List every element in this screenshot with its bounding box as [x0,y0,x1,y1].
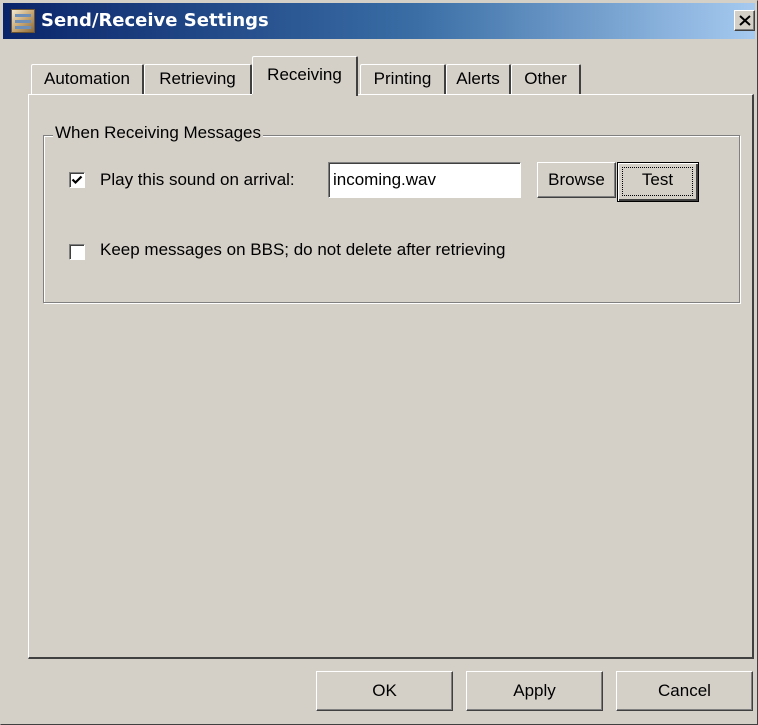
play-sound-checkbox[interactable] [69,172,85,188]
keep-messages-label: Keep messages on BBS; do not delete afte… [100,240,506,259]
tab-receiving-label: Receiving [267,65,342,84]
sound-file-input[interactable] [328,162,521,198]
tab-other[interactable]: Other [511,64,581,94]
receiving-groupbox [43,135,740,303]
close-icon [739,15,751,26]
dialog-window: Send/Receive Settings Automation Retriev… [0,0,758,725]
tab-automation[interactable]: Automation [31,64,144,94]
tab-retrieving[interactable]: Retrieving [144,64,252,94]
tab-printing[interactable]: Printing [360,64,446,94]
ok-button[interactable]: OK [316,671,453,711]
tab-alerts-label: Alerts [456,69,500,88]
tab-automation-label: Automation [44,69,130,88]
tab-alerts[interactable]: Alerts [446,64,511,94]
keep-messages-checkbox[interactable] [69,244,85,260]
cancel-button[interactable]: Cancel [616,671,753,711]
tab-receiving[interactable]: Receiving [252,56,358,96]
window-title: Send/Receive Settings [41,10,269,31]
title-bar[interactable]: Send/Receive Settings [3,3,755,39]
selected-tab-joint [252,94,356,96]
groupbox-title: When Receiving Messages [53,123,263,143]
tab-other-label: Other [524,69,567,88]
app-icon [11,9,35,33]
close-button[interactable] [734,10,755,31]
tab-printing-label: Printing [373,69,432,88]
apply-button[interactable]: Apply [466,671,603,711]
checkmark-icon [71,175,83,185]
play-sound-label: Play this sound on arrival: [100,170,295,189]
test-button[interactable]: Test [617,162,699,202]
browse-button[interactable]: Browse [537,162,616,198]
tab-retrieving-label: Retrieving [159,69,236,88]
test-button-label: Test [622,167,693,196]
